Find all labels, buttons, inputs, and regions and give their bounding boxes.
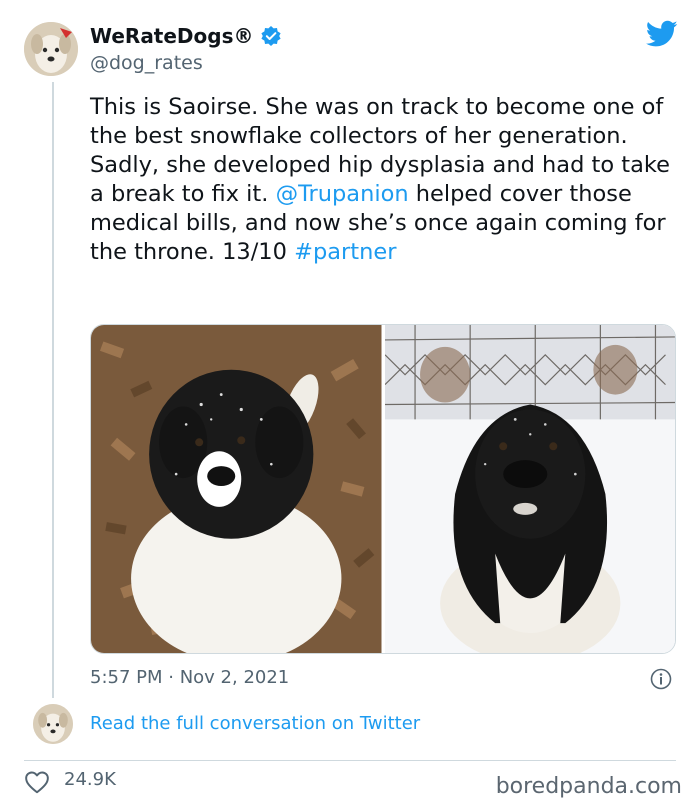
photo-puppy-leaves[interactable] <box>91 325 382 653</box>
photo-dog-snow[interactable] <box>384 325 675 653</box>
snow-dog-photo-image <box>384 325 675 653</box>
footer-divider <box>24 760 676 761</box>
mention-link[interactable]: @Trupanion <box>276 181 409 207</box>
dog-avatar-image <box>24 22 78 76</box>
verified-badge-icon <box>260 25 282 47</box>
puppy-photo-image <box>91 325 382 653</box>
boredpanda-watermark: boredpanda.com <box>495 774 682 799</box>
like-count: 24.9K <box>64 769 116 790</box>
reply-avatar[interactable] <box>33 704 73 744</box>
tweet-media[interactable] <box>90 324 676 654</box>
author-handle[interactable]: @dog_rates <box>90 52 203 74</box>
heart-icon[interactable] <box>24 770 50 794</box>
author-name-row[interactable]: WeRateDogs® <box>90 24 282 48</box>
author-display-name[interactable]: WeRateDogs® <box>90 24 254 48</box>
dog-avatar-image-small <box>33 704 73 744</box>
thread-line <box>52 82 54 698</box>
twitter-bird-icon[interactable] <box>646 20 678 48</box>
read-conversation-link[interactable]: Read the full conversation on Twitter <box>90 713 420 734</box>
author-avatar[interactable] <box>24 22 78 76</box>
info-icon[interactable] <box>650 668 672 690</box>
tweet-text: This is Saoirse. She was on track to bec… <box>90 93 680 267</box>
tweet-timestamp[interactable]: 5:57 PM · Nov 2, 2021 <box>90 667 289 688</box>
hashtag-link[interactable]: #partner <box>294 239 396 265</box>
